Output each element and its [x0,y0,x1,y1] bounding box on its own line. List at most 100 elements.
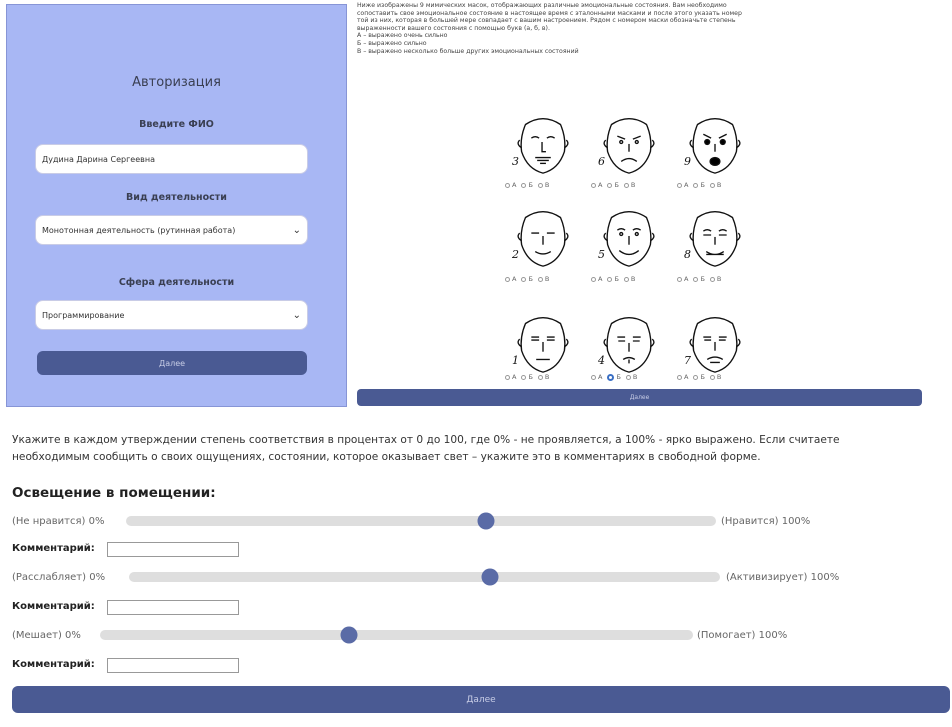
auth-panel: Авторизация Введите ФИО Дудина Дарина Се… [6,4,347,407]
radio-label: Б [700,181,705,189]
radio-button[interactable] [693,276,699,282]
name-label: Введите ФИО [139,119,214,130]
radio-label: А [512,181,517,189]
radio-label: В [630,275,636,283]
radio-button[interactable] [623,276,629,282]
masks-next-button[interactable]: Далее [357,389,922,406]
radio-label: А [598,181,603,189]
radio-label: В [716,275,722,283]
radio-button[interactable] [521,276,527,282]
radio-button[interactable] [505,182,510,188]
mask-number: 7 [684,354,691,367]
radio-button[interactable] [677,374,682,380]
activity-label: Вид деятельности [126,192,227,203]
mask-radio-group: А Б В [674,373,721,381]
radio-button[interactable] [607,182,613,188]
mask-radio-group: А Б В [588,181,635,189]
slider-right-label: (Активизирует) 100% [726,572,840,583]
radio-button[interactable] [521,182,527,188]
activity-select-value: Монотонная деятельность (рутинная работа… [42,225,236,235]
radio-button[interactable] [505,374,510,380]
radio-label: Б [614,181,619,189]
radio-button[interactable] [537,182,543,188]
help-slider[interactable] [100,626,693,644]
slider-thumb[interactable] [477,512,495,530]
mask-number: 6 [598,155,605,168]
lighting-title: Освещение в помещении: [12,485,216,501]
mask-radio-group: А Б В [674,275,721,283]
radio-button[interactable] [537,374,543,380]
instruction-line: необходимым сообщить о своих ощущениях, … [12,451,761,463]
comment-input[interactable] [107,542,239,557]
radio-label: Б [614,275,619,283]
radio-button[interactable] [623,182,629,188]
radio-button[interactable] [607,373,615,381]
instruction-line: В – выражено несколько больше других эмо… [357,47,579,55]
radio-label: Б [528,181,533,189]
mask-radio-group: А Б В [588,373,637,381]
slider-right-label: (Нравится) 100% [721,516,811,527]
instruction-line: Ниже изображены 9 мимических масок, отоб… [357,2,727,9]
mask-number: 3 [512,155,519,168]
radio-button[interactable] [709,182,715,188]
radio-label: Б [700,373,705,381]
main-next-button[interactable]: Далее [12,686,950,713]
radio-label: В [544,373,550,381]
radio-button[interactable] [591,182,596,188]
radio-label: Б [616,373,621,381]
slider-thumb[interactable] [481,568,498,586]
radio-button[interactable] [521,374,527,380]
radio-button[interactable] [677,276,682,282]
mask-radio-group: А Б В [674,181,721,189]
instruction-line: Укажите в каждом утверждении степень соо… [12,434,840,446]
slider-right-label: (Помогает) 100% [697,630,788,641]
slider-left-label: (Не нравится) 0% [12,516,105,527]
radio-label: В [716,181,722,189]
mask-number: 2 [512,248,519,261]
radio-label: А [512,373,517,381]
name-input[interactable]: Дудина Дарина Сергеевна [35,144,308,174]
comment-input[interactable] [107,658,239,673]
radio-label: А [598,373,603,381]
radio-label: А [684,181,689,189]
masks-instruction: Ниже изображены 9 мимических масок, отоб… [357,2,917,55]
radio-label: В [544,181,550,189]
radio-label: В [544,275,550,283]
radio-button[interactable] [693,182,699,188]
radio-button[interactable] [591,374,596,380]
radio-button[interactable] [591,276,596,282]
radio-button[interactable] [709,276,715,282]
activation-slider[interactable] [129,568,720,586]
activity-select[interactable]: Монотонная деятельность (рутинная работа… [35,215,308,245]
like-slider[interactable] [126,512,716,530]
radio-button[interactable] [709,374,715,380]
mask-radio-group: А Б В [502,373,549,381]
slider-thumb[interactable] [340,626,358,644]
radio-label: А [512,275,517,283]
instruction-line: А – выражено очень сильно [357,32,448,40]
mask-number: 9 [684,155,691,168]
sphere-label: Сфера деятельности [118,277,235,288]
instruction-line: выраженности вашего состояния с помощью … [357,24,550,32]
mask-number: 1 [512,354,519,367]
comment-label: Комментарий: [12,601,95,612]
radio-label: В [632,373,638,381]
radio-button[interactable] [693,374,699,380]
lighting-instruction: Укажите в каждом утверждении степень соо… [12,432,932,466]
chevron-down-icon: ⌄ [292,224,301,236]
radio-label: А [684,275,689,283]
mask-number: 4 [598,354,605,367]
mask-radio-group: А Б В [502,275,549,283]
radio-button[interactable] [505,276,510,282]
sphere-select[interactable]: Программирование ⌄ [35,300,308,330]
mask-radio-group: А Б В [502,181,549,189]
auth-title: Авторизация [132,75,221,90]
auth-next-button[interactable]: Далее [37,351,307,375]
radio-button[interactable] [537,276,543,282]
radio-button[interactable] [625,374,631,380]
comment-label: Комментарий: [12,543,95,554]
radio-button[interactable] [607,276,613,282]
comment-input[interactable] [107,600,239,615]
radio-button[interactable] [677,182,682,188]
sphere-select-value: Программирование [42,310,125,320]
